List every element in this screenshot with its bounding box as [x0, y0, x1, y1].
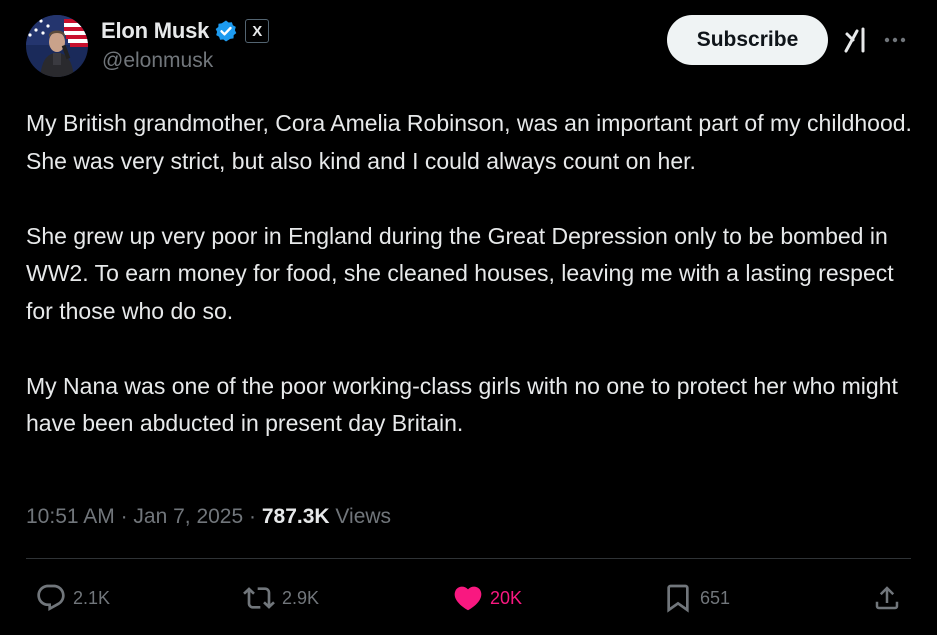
- reply-button[interactable]: 2.1K: [35, 580, 110, 616]
- tweet-card: Elon Musk X @elonmusk Subscribe My Briti…: [0, 0, 937, 635]
- meta-separator: ·: [114, 505, 134, 528]
- x-affiliation-icon[interactable]: X: [245, 19, 270, 43]
- author-handle[interactable]: @elonmusk: [102, 49, 213, 73]
- bookmark-icon: [667, 584, 689, 613]
- verified-badge-icon[interactable]: [214, 19, 238, 43]
- more-options-icon[interactable]: [881, 28, 909, 52]
- meta-separator: ·: [243, 505, 262, 528]
- repost-count: 2.9K: [282, 587, 320, 608]
- reply-count: 2.1K: [73, 587, 111, 608]
- share-button[interactable]: [872, 580, 902, 616]
- tweet-paragraph: My Nana was one of the poor working-clas…: [26, 372, 898, 437]
- heart-filled-icon: [454, 586, 482, 611]
- post-date[interactable]: Jan 7, 2025: [133, 505, 243, 528]
- reply-icon: [37, 584, 65, 611]
- bookmark-count: 651: [700, 587, 731, 608]
- share-icon: [875, 586, 899, 610]
- author-display-name[interactable]: Elon Musk: [101, 18, 209, 44]
- bookmark-button[interactable]: 651: [662, 580, 730, 616]
- like-count: 20K: [490, 587, 523, 608]
- tweet-meta: 10:51 AM · Jan 7, 2025 · 787.3K Views: [26, 505, 391, 529]
- like-button[interactable]: 20K: [452, 580, 522, 616]
- grok-icon[interactable]: [840, 25, 870, 55]
- tweet-text: My British grandmother, Cora Amelia Robi…: [26, 105, 916, 443]
- avatar[interactable]: [26, 15, 88, 77]
- subscribe-button[interactable]: Subscribe: [667, 15, 828, 65]
- post-time[interactable]: 10:51 AM: [26, 505, 115, 528]
- tweet-paragraph: My British grandmother, Cora Amelia Robi…: [26, 110, 912, 174]
- divider: [26, 558, 911, 559]
- repost-button[interactable]: 2.9K: [242, 580, 319, 616]
- avatar-image: [26, 15, 88, 77]
- views-count[interactable]: 787.3K: [262, 505, 330, 528]
- repost-icon: [243, 587, 275, 609]
- views-label: Views: [329, 505, 392, 528]
- tweet-paragraph: She grew up very poor in England during …: [26, 222, 894, 324]
- author-name-row: Elon Musk X: [101, 16, 270, 46]
